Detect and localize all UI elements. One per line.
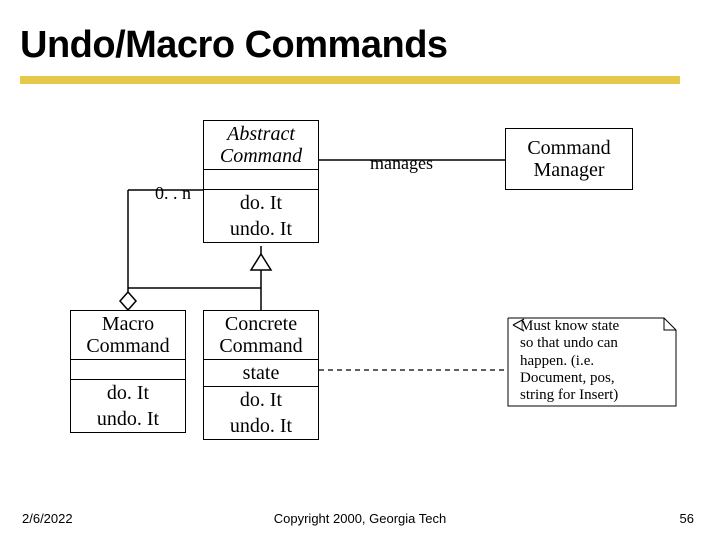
op-undoit: undo. It [204,216,318,242]
class-concrete-command: Concrete Command state do. It undo. It [203,310,319,440]
op-doit: do. It [204,387,318,413]
class-name: Command Manager [506,129,632,189]
uml-note: Must know state so that undo can happen.… [520,318,675,404]
note-line: string for Insert) [520,387,675,404]
page-title: Undo/Macro Commands [20,24,448,67]
footer-page-number: 56 [680,511,694,526]
generalization-triangle-icon [251,254,271,270]
note-line: so that undo can [520,335,675,352]
ops-compartment: do. It undo. It [71,379,185,432]
slide: Undo/Macro Commands Abstract Command do.… [0,0,720,540]
note-line: Must know state [520,318,675,335]
ops-compartment: do. It undo. It [204,189,318,242]
op-doit: do. It [71,380,185,406]
manages-label: manages [370,153,433,174]
class-name: Concrete Command [204,311,318,359]
title-underline [20,76,680,84]
multiplicity-label: 0. . n [155,183,191,204]
note-line: Document, pos, [520,370,675,387]
class-name: Abstract Command [204,121,318,169]
attr-compartment-empty [71,359,185,379]
ops-compartment: do. It undo. It [204,386,318,439]
op-undoit: undo. It [204,413,318,439]
op-undoit: undo. It [71,406,185,432]
class-name: Macro Command [71,311,185,359]
op-doit: do. It [204,190,318,216]
footer-copyright: Copyright 2000, Georgia Tech [0,511,720,526]
attr-compartment-empty [204,169,318,189]
aggregation-diamond-icon [120,292,136,310]
note-line: happen. (i.e. [520,353,675,370]
attr-compartment: state [204,359,318,386]
class-abstract-command: Abstract Command do. It undo. It [203,120,319,243]
class-macro-command: Macro Command do. It undo. It [70,310,186,433]
attr-state: state [204,360,318,386]
class-command-manager: Command Manager [505,128,633,190]
